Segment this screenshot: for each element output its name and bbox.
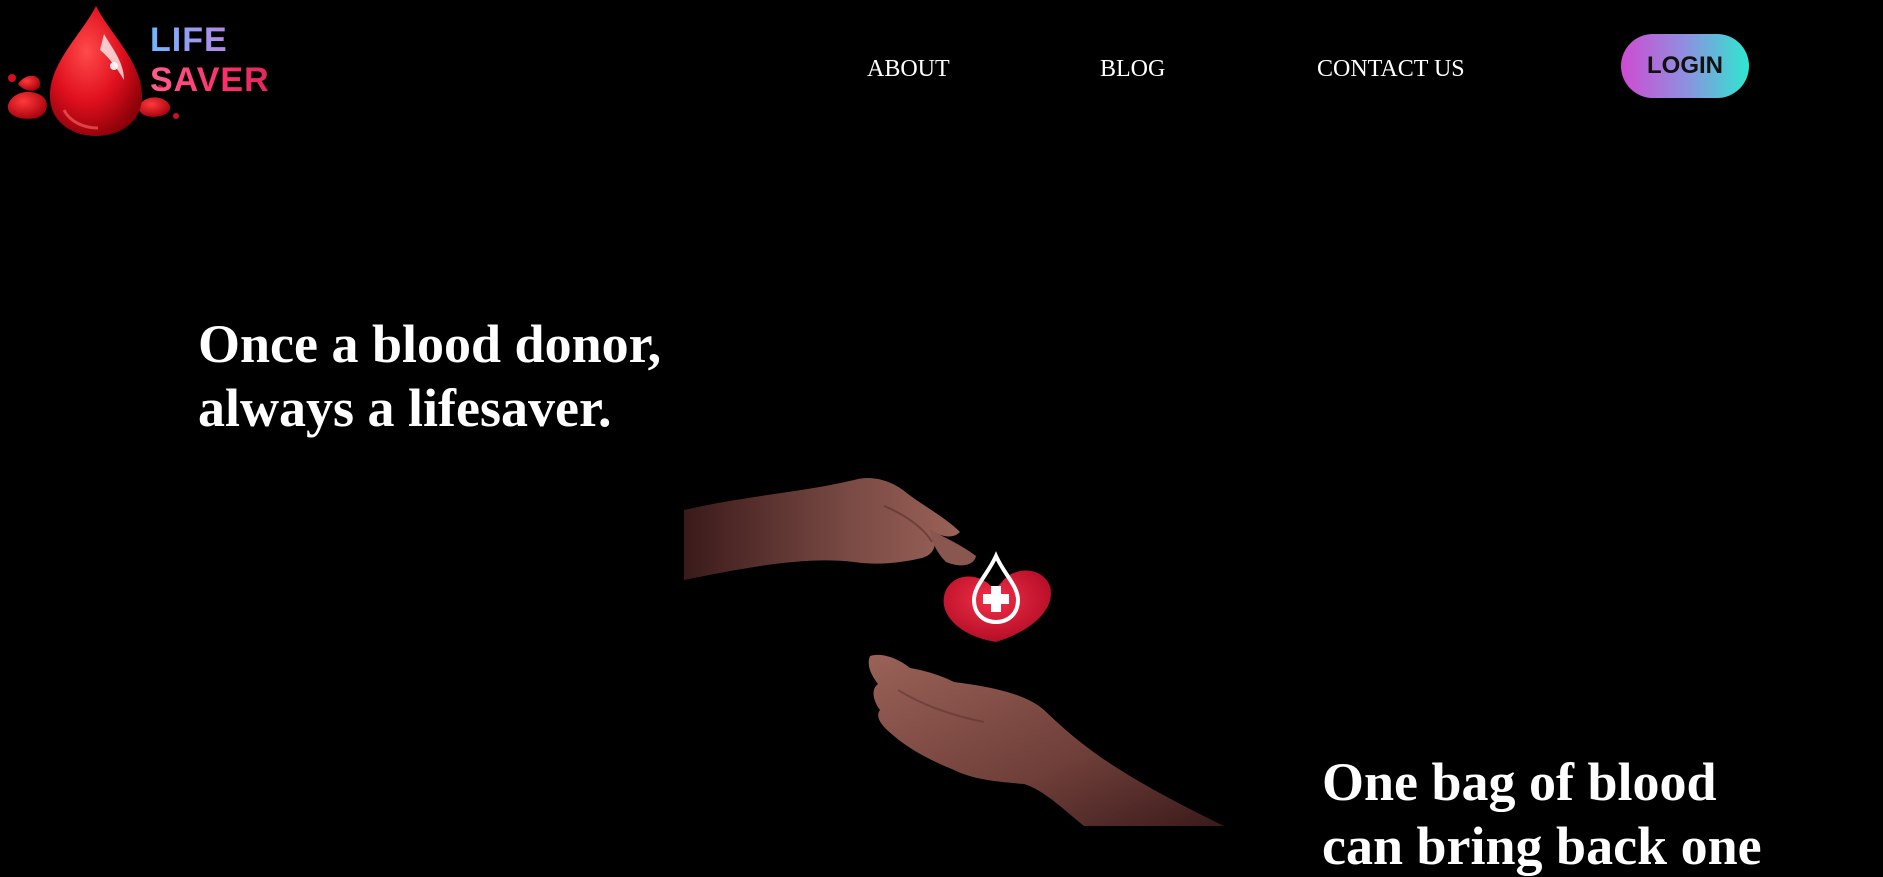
hero-headline-primary-line2: always a lifesaver.	[198, 378, 612, 438]
hero-headline-secondary-line2: can bring back one	[1322, 816, 1762, 876]
hero-headline-primary-line1: Once a blood donor,	[198, 314, 662, 374]
hands-heart-blood-drop-icon	[684, 477, 1224, 826]
nav-link-contact-us[interactable]: CONTACT US	[1317, 56, 1465, 83]
login-button[interactable]: LOGIN	[1621, 34, 1749, 98]
logo-text-line2: SAVER	[150, 61, 270, 100]
logo-text: LIFE SAVER	[150, 20, 270, 100]
site-logo[interactable]: LIFE SAVER	[0, 0, 300, 140]
nav-link-blog[interactable]: BLOG	[1100, 56, 1165, 83]
nav-link-about[interactable]: ABOUT	[867, 56, 950, 83]
hero-headline-primary: Once a blood donor, always a lifesaver.	[198, 312, 661, 440]
logo-text-line1: LIFE	[150, 20, 270, 60]
hero-headline-secondary-line1: One bag of blood	[1322, 752, 1717, 812]
hero-headline-secondary: One bag of blood can bring back one	[1322, 750, 1762, 877]
